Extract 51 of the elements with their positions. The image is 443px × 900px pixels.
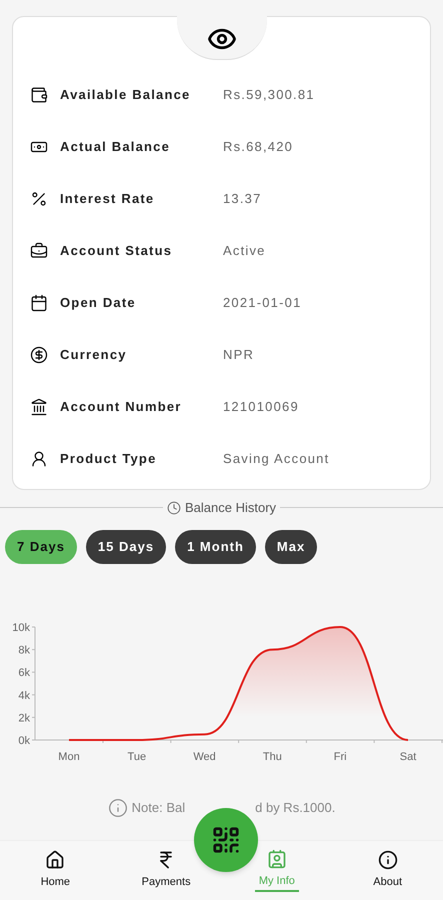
home-icon [45,850,66,870]
detail-value: 121010069 [223,398,299,416]
note-text: Note: Bal [132,798,186,817]
detail-label: Account Number [60,398,183,416]
note-text: d by Rs.1000. [255,798,336,817]
x-tick-label: Fri [334,750,347,762]
nav-item[interactable]: Home [36,850,74,891]
x-tick-label: Thu [262,750,282,762]
y-tick-label: 2k [18,712,30,724]
range-tab[interactable]: Max [264,530,318,564]
calendar-icon [30,294,48,312]
y-tick-label: 10k [12,622,30,634]
detail-value: Saving Account [223,450,330,468]
y-tick-label: 4k [18,689,30,702]
range-tab[interactable]: 15 Days [86,530,166,564]
detail-value: NPR [223,346,254,364]
x-tick-label: Mon [58,750,80,762]
section-title: Balance History [184,499,276,517]
user-badge-icon [266,849,287,870]
y-tick-label: 6k [18,666,30,679]
detail-label: Actual Balance [60,138,172,156]
info-icon [378,850,398,870]
x-tick-label: Sat [400,750,416,762]
bank-icon [30,398,48,416]
detail-value: 2021-01-01 [223,294,302,312]
detail-label: Open Date [60,294,137,312]
detail-label: Interest Rate [60,190,156,208]
nav-item[interactable]: Payments [138,850,195,891]
detail-value: Rs.59,300.81 [223,86,315,104]
detail-label: Available Balance [60,86,192,104]
detail-value: Rs.68,420 [223,138,294,156]
wallet-icon [30,86,48,104]
detail-value: Active [223,242,266,260]
y-tick-label: 8k [18,644,30,656]
detail-label: Currency [60,346,128,364]
range-tab[interactable]: 1 Month [175,530,256,564]
range-tab[interactable]: 7 Days [5,530,77,564]
nav-item[interactable]: About [369,850,406,891]
detail-label: Account Status [60,242,174,260]
percent-icon [30,190,48,208]
briefcase-icon [30,242,48,260]
detail-label: Product Type [60,450,158,468]
y-tick-label: 0k [18,734,30,746]
dollar-coin-icon [30,346,48,364]
info-icon [108,798,128,818]
detail-value: 13.37 [223,190,262,208]
person-icon [30,450,48,468]
clock-icon [166,500,181,515]
x-tick-label: Wed [193,750,216,762]
qr-code-icon [211,825,241,855]
x-tick-label: Tue [128,750,146,762]
